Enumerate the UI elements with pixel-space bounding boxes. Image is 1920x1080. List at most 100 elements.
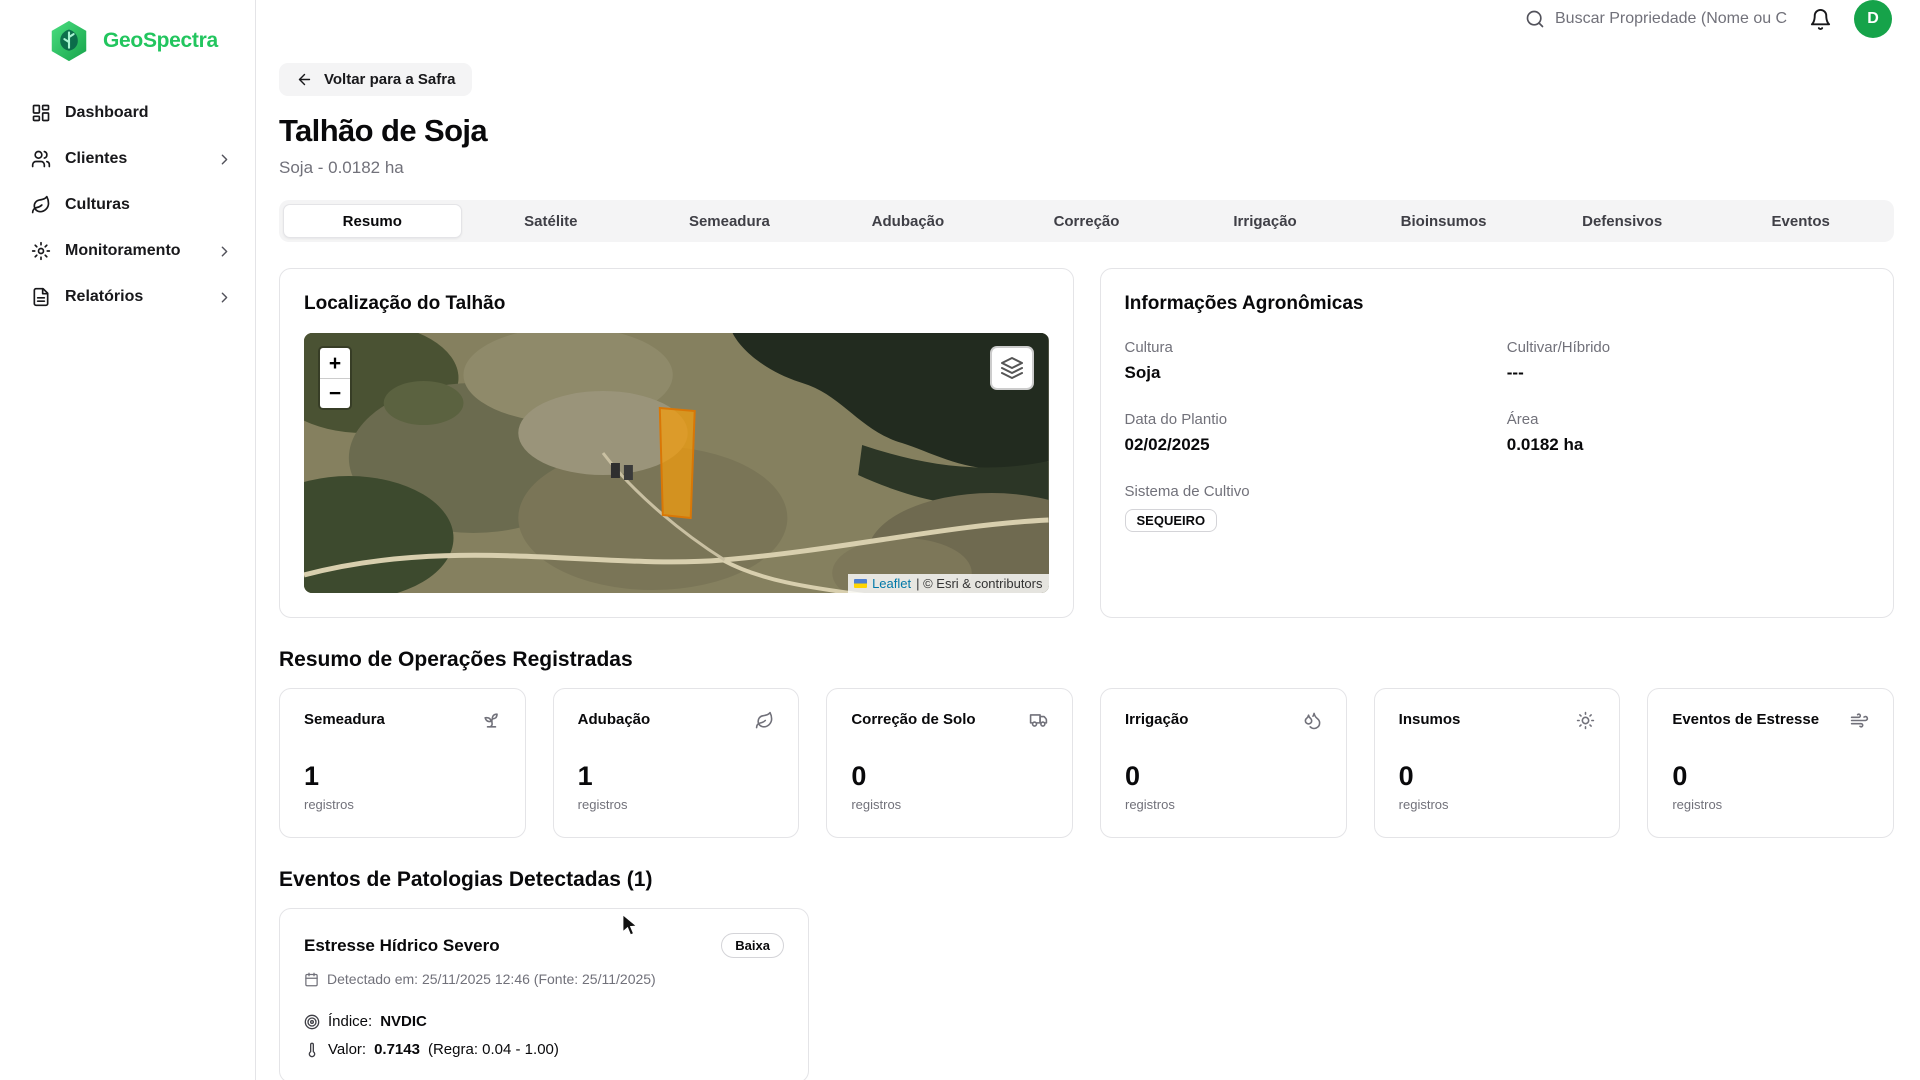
sprout-icon — [484, 713, 498, 728]
map-zoom-controls: + − — [318, 346, 352, 410]
ops-card-semeadura: Semeadura 1 registros — [279, 688, 526, 838]
tab-resumo[interactable]: Resumo — [283, 204, 462, 238]
ukraine-flag-icon — [854, 579, 868, 588]
sidebar-nav: Dashboard Clientes Culturas Monitorament… — [0, 80, 255, 316]
ops-card-unit: registros — [1398, 797, 1449, 812]
map-attribution-text: | © Esri & contributors — [916, 576, 1043, 591]
topbar: D — [256, 0, 1920, 38]
operations-section-title: Resumo de Operações Registradas — [279, 648, 633, 671]
summary-row: Localização do Talhão + − Leaflet | © Es… — [279, 268, 1894, 618]
brand-name: GeoSpectra — [103, 29, 218, 52]
calendar-icon — [305, 972, 318, 986]
sidebar-item-label: Clientes — [65, 150, 128, 167]
map[interactable]: + − Leaflet | © Esri & contributors — [304, 333, 1049, 593]
sistema-cultivo-badge: SEQUEIRO — [1124, 509, 1218, 532]
chevron-right-icon — [221, 292, 228, 302]
ops-card-count: 1 — [304, 761, 320, 791]
pathology-value-row: Valor: 0.7143 (Regra: 0.04 - 1.00) — [304, 1041, 784, 1058]
ops-card-unit: registros — [1125, 797, 1175, 812]
ops-card-label: Irrigação — [1125, 711, 1189, 728]
value-rule: (Regra: 0.04 - 1.00) — [427, 1041, 559, 1058]
leaf-icon — [756, 711, 773, 729]
ops-card-unit: registros — [851, 797, 902, 812]
tab-semeadura[interactable]: Semeadura — [640, 204, 819, 238]
layers-icon — [1000, 357, 1023, 379]
sidebar-item-relatorios[interactable]: Relatórios — [18, 278, 241, 316]
ops-card-irrigacao: Irrigação 0 registros — [1100, 688, 1347, 838]
tab-defensivos[interactable]: Defensivos — [1533, 204, 1712, 238]
geospectra-logo-icon — [51, 20, 87, 62]
field-label: Área — [1506, 411, 1539, 428]
map-attribution: Leaflet | © Esri & contributors — [848, 574, 1049, 593]
sidebar-item-clientes[interactable]: Clientes — [18, 140, 241, 178]
field-sistema-cultivo: Sistema de Cultivo SEQUEIRO — [1124, 483, 1487, 532]
tab-bioinsumos[interactable]: Bioinsumos — [1354, 204, 1533, 238]
field-value: 0.0182 ha — [1506, 435, 1584, 454]
tab-satelite[interactable]: Satélite — [462, 204, 641, 238]
field-cultura: Cultura Soja — [1125, 339, 1487, 383]
bell-icon — [1810, 8, 1831, 30]
tab-irrigacao[interactable]: Irrigação — [1176, 204, 1355, 238]
tab-adubacao[interactable]: Adubação — [819, 204, 998, 238]
search — [1525, 9, 1787, 29]
pathology-index-row: Índice: NVDIC — [304, 1013, 784, 1030]
ops-card-unit: registros — [304, 797, 354, 812]
search-input[interactable] — [1555, 10, 1787, 28]
location-card-title: Localização do Talhão — [304, 293, 506, 314]
ops-card-label: Eventos de Estresse — [1672, 711, 1820, 728]
field-value: 02/02/2025 — [1124, 435, 1210, 454]
value-label: Valor: — [328, 1041, 367, 1058]
ops-card-label: Semeadura — [304, 711, 385, 728]
field-cultivar: Cultivar/Híbrido --- — [1507, 339, 1869, 383]
value-value: 0.7143 — [374, 1041, 420, 1058]
field-area: Área 0.0182 ha — [1507, 411, 1869, 455]
sidebar: GeoSpectra Dashboard Clientes Culturas M… — [0, 0, 256, 1080]
back-button[interactable]: Voltar para a Safra — [279, 63, 473, 96]
field-value: Soja — [1124, 363, 1161, 382]
operations-grid: Semeadura 1 registros Adubação 1 registr… — [279, 688, 1894, 838]
sidebar-item-dashboard[interactable]: Dashboard — [18, 94, 241, 132]
search-icon — [1526, 10, 1544, 28]
pathology-detected-text: Detectado em: 25/11/2025 12:46 (Fonte: 2… — [327, 971, 656, 987]
sidebar-item-label: Monitoramento — [65, 242, 181, 259]
ops-card-label: Adubação — [577, 711, 651, 728]
field-data-plantio: Data do Plantio 02/02/2025 — [1125, 411, 1487, 455]
brand-logo[interactable]: GeoSpectra — [0, 0, 255, 80]
map-zoom-out-button[interactable]: − — [320, 378, 350, 408]
ops-card-eventos-estresse: Eventos de Estresse 0 registros — [1647, 688, 1894, 838]
ops-card-count: 0 — [1398, 761, 1414, 791]
agro-card-title: Informações Agronômicas — [1124, 293, 1364, 314]
ops-card-label: Insumos — [1398, 711, 1461, 728]
chevron-right-icon — [221, 246, 228, 256]
agro-fields: Cultura Soja Cultivar/Híbrido --- Data d… — [1124, 339, 1870, 532]
wind-icon — [1850, 713, 1869, 728]
sidebar-item-monitoramento[interactable]: Monitoramento — [18, 232, 241, 270]
target-icon — [304, 1014, 320, 1029]
ops-card-count: 0 — [1672, 761, 1688, 791]
ops-card-adubacao: Adubação 1 registros — [552, 688, 800, 838]
ops-card-label: Correção de Solo — [851, 711, 976, 728]
report-icon — [33, 287, 49, 307]
ops-card-correcao-solo: Correção de Solo 0 registros — [826, 688, 1073, 838]
main-area: D Voltar para a Safra Talhão de Soja Soj… — [256, 0, 1920, 1080]
avatar[interactable]: D — [1854, 0, 1892, 38]
pathology-name: Estresse Hídrico Severo — [304, 935, 500, 955]
severity-badge: Baixa — [721, 933, 784, 958]
ops-card-unit: registros — [577, 797, 628, 812]
notifications-button[interactable] — [1809, 8, 1832, 31]
app-root: GeoSpectra Dashboard Clientes Culturas M… — [0, 0, 1920, 1080]
tab-eventos[interactable]: Eventos — [1711, 204, 1890, 238]
tab-correcao[interactable]: Correção — [997, 204, 1176, 238]
field-label: Sistema de Cultivo — [1124, 483, 1250, 500]
chevron-right-icon — [221, 154, 228, 164]
leaflet-link[interactable]: Leaflet — [872, 576, 911, 591]
ops-card-insumos: Insumos 0 registros — [1373, 688, 1621, 838]
map-layers-button[interactable] — [989, 346, 1034, 390]
page-content: Voltar para a Safra Talhão de Soja Soja … — [256, 38, 1920, 1080]
sidebar-item-culturas[interactable]: Culturas — [18, 186, 241, 224]
location-card: Localização do Talhão + − Leaflet | © Es… — [279, 268, 1074, 618]
map-zoom-in-button[interactable]: + — [320, 348, 350, 378]
gear-icon — [31, 241, 51, 261]
field-label: Cultivar/Híbrido — [1506, 339, 1611, 356]
droplets-icon — [1304, 712, 1321, 730]
